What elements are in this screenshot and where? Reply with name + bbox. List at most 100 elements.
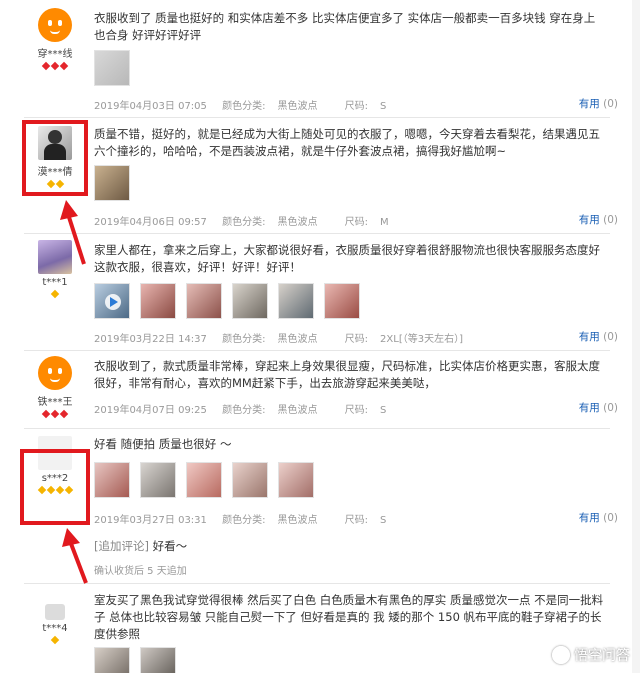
avatar-eye bbox=[48, 20, 52, 26]
red-diamond-icon bbox=[50, 409, 60, 419]
review-text: 好看 随便拍 质量也很好 ～ bbox=[94, 437, 232, 451]
review-photo[interactable] bbox=[94, 165, 130, 201]
user-info: 铁***王 bbox=[26, 356, 84, 419]
review-list: 穿***线 衣服收到了 质量也挺好的 和实体店差不多 比实体店便宜多了 实体店一… bbox=[0, 0, 640, 673]
useful-label[interactable]: 有用 bbox=[579, 214, 600, 226]
play-icon bbox=[105, 294, 121, 310]
highlight-box bbox=[22, 120, 88, 196]
wukong-logo-icon bbox=[552, 646, 570, 664]
size-label: 尺码: bbox=[344, 515, 369, 526]
review-photos bbox=[94, 165, 130, 201]
username: t***4 bbox=[42, 623, 68, 634]
review-text: 衣服收到了，款式质量非常棒，穿起来上身效果很显瘦，尺码标准，比实体店价格更实惠，… bbox=[94, 359, 600, 390]
useful-button[interactable]: 有用 (0) bbox=[579, 329, 618, 344]
watermark: 悟空问答 bbox=[552, 645, 630, 665]
scrollbar[interactable] bbox=[632, 0, 640, 673]
review-text: 衣服收到了 质量也挺好的 和实体店差不多 比实体店便宜多了 实体店一般都卖一百多… bbox=[94, 11, 596, 42]
avatar-mouth bbox=[50, 30, 60, 34]
red-diamond-icon bbox=[59, 409, 69, 419]
review-photo[interactable] bbox=[186, 283, 222, 319]
review-photos bbox=[94, 50, 130, 86]
useful-button[interactable]: 有用 (0) bbox=[579, 96, 618, 111]
color-label: 颜色分类: bbox=[222, 101, 266, 112]
review-date: 2019年03月27日 03:31 bbox=[94, 515, 207, 526]
red-diamond-icon bbox=[50, 61, 60, 71]
review-photo[interactable] bbox=[94, 50, 130, 86]
divider bbox=[24, 583, 610, 584]
red-diamond-icon bbox=[59, 61, 69, 71]
level-badge bbox=[26, 61, 84, 71]
review-text: 质量不错，挺好的，就是已经成为大街上随处可见的衣服了，嗯嗯，今天穿着去看梨花，结… bbox=[94, 127, 600, 158]
review-date: 2019年04月06日 09:57 bbox=[94, 217, 207, 228]
level-badge bbox=[26, 635, 84, 645]
review-photo[interactable] bbox=[140, 283, 176, 319]
review-photo[interactable] bbox=[94, 647, 130, 673]
review-meta: 2019年03月22日 14:37 颜色分类: 黑色波点 尺码: 2XL[（等3天左… bbox=[94, 330, 487, 345]
highlight-box bbox=[20, 449, 90, 525]
review-photo[interactable] bbox=[278, 462, 314, 498]
divider bbox=[24, 233, 610, 234]
gold-diamond-icon bbox=[50, 635, 60, 645]
size-label: 尺码: bbox=[344, 405, 369, 416]
review-meta: 2019年04月03日 07:05 颜色分类: 黑色波点 尺码: S bbox=[94, 97, 410, 112]
red-arrow-icon bbox=[62, 528, 88, 584]
color-value: 黑色波点 bbox=[277, 101, 318, 112]
useful-button[interactable]: 有用 (0) bbox=[579, 510, 618, 525]
avatar-eye bbox=[58, 20, 62, 26]
size-label: 尺码: bbox=[344, 334, 369, 345]
review-photo[interactable] bbox=[140, 647, 176, 673]
review-photos bbox=[94, 283, 360, 319]
size-value: 2XL[（等3天左右）] bbox=[380, 334, 463, 345]
size-label: 尺码: bbox=[344, 217, 369, 228]
useful-label[interactable]: 有用 bbox=[579, 331, 600, 343]
divider bbox=[24, 350, 610, 351]
review-text: 家里人都在，拿来之后穿上，大家都说很好看，衣服质量很好穿着很舒服物流也很快客服服… bbox=[94, 243, 600, 274]
avatar-eye bbox=[58, 368, 62, 374]
review-meta: 2019年04月07日 09:25 颜色分类: 黑色波点 尺码: S bbox=[94, 401, 410, 416]
review-photos bbox=[94, 647, 176, 673]
useful-label[interactable]: 有用 bbox=[579, 98, 600, 110]
review-video[interactable] bbox=[94, 283, 130, 319]
color-value: 黑色波点 bbox=[277, 405, 318, 416]
review-date: 2019年03月22日 14:37 bbox=[94, 334, 207, 345]
useful-count: (0) bbox=[603, 214, 618, 226]
avatar-mouth bbox=[50, 378, 60, 382]
avatar[interactable] bbox=[38, 8, 72, 42]
useful-label[interactable]: 有用 bbox=[579, 402, 600, 414]
color-value: 黑色波点 bbox=[277, 334, 318, 345]
review-photo[interactable] bbox=[186, 462, 222, 498]
additional-review-text: 好看～ bbox=[152, 539, 188, 553]
additional-review-tag: [追加评论] bbox=[94, 539, 149, 553]
watermark-text: 悟空问答 bbox=[574, 648, 630, 664]
divider bbox=[24, 428, 610, 429]
review-photo[interactable] bbox=[324, 283, 360, 319]
color-label: 颜色分类: bbox=[222, 515, 266, 526]
color-label: 颜色分类: bbox=[222, 334, 266, 345]
review-photo[interactable] bbox=[140, 462, 176, 498]
username: 穿***线 bbox=[37, 49, 73, 60]
useful-count: (0) bbox=[603, 402, 618, 414]
review-photo[interactable] bbox=[232, 462, 268, 498]
useful-button[interactable]: 有用 (0) bbox=[579, 212, 618, 227]
red-diamond-icon bbox=[41, 61, 51, 71]
review-text: 室友买了黑色我试穿觉得很棒 然后买了白色 白色质量木有黑色的厚实 质量感觉次一点… bbox=[94, 593, 604, 641]
avatar[interactable] bbox=[38, 356, 72, 390]
color-label: 颜色分类: bbox=[222, 405, 266, 416]
review-photo[interactable] bbox=[232, 283, 268, 319]
username: 铁***王 bbox=[37, 397, 73, 408]
color-label: 颜色分类: bbox=[222, 217, 266, 228]
additional-review: [追加评论] 好看～ bbox=[94, 538, 606, 555]
avatar[interactable] bbox=[45, 604, 65, 620]
useful-button[interactable]: 有用 (0) bbox=[579, 400, 618, 415]
size-value: S bbox=[380, 101, 387, 112]
additional-review-time: 确认收货后 5 天追加 bbox=[94, 566, 187, 577]
gold-diamond-icon bbox=[50, 289, 60, 299]
size-label: 尺码: bbox=[344, 101, 369, 112]
useful-count: (0) bbox=[603, 512, 618, 524]
useful-label[interactable]: 有用 bbox=[579, 512, 600, 524]
user-info: t***4 bbox=[26, 596, 84, 645]
divider bbox=[24, 117, 610, 118]
review-meta: 2019年03月27日 03:31 颜色分类: 黑色波点 尺码: S bbox=[94, 511, 410, 526]
review-photo[interactable] bbox=[94, 462, 130, 498]
review-photo[interactable] bbox=[278, 283, 314, 319]
